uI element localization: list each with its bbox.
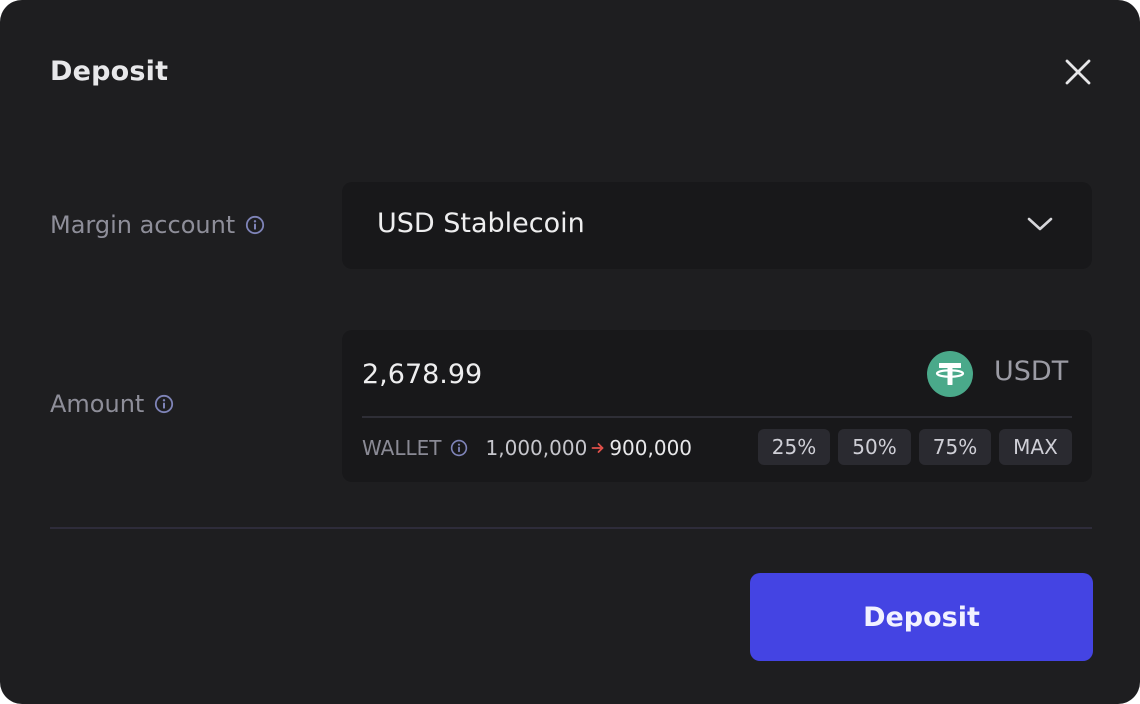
chevron-down-icon [1027,217,1053,231]
close-button[interactable] [1058,52,1098,92]
amount-input[interactable] [362,350,882,398]
footer-divider [50,527,1092,529]
tether-icon [927,351,973,397]
deposit-button[interactable]: Deposit [750,573,1093,661]
wallet-balance-before: 1,000,000 [485,436,588,460]
deposit-modal: Deposit Margin account USD Stablecoin Am… [0,0,1140,704]
amount-divider [362,416,1072,418]
amount-panel: USDT WALLET 1,000,000 900,000 25% 50% 75… [342,330,1092,482]
margin-account-select[interactable]: USD Stablecoin [342,182,1092,269]
token-symbol: USDT [994,356,1069,387]
arrow-right-icon [591,443,604,453]
wallet-balance-after: 900,000 [609,436,693,460]
info-icon[interactable] [154,394,174,414]
info-icon[interactable] [450,439,468,457]
margin-account-label: Margin account [50,211,236,239]
quick-amount-50-button[interactable]: 50% [838,429,911,465]
info-icon[interactable] [245,215,265,235]
modal-title: Deposit [50,56,169,87]
margin-account-selected-value: USD Stablecoin [377,208,585,239]
wallet-label: WALLET [362,436,442,460]
amount-label-row: Amount [50,390,174,418]
amount-label: Amount [50,390,145,418]
quick-amount-25-button[interactable]: 25% [758,429,830,465]
margin-account-label-row: Margin account [50,211,265,239]
quick-amount-max-button[interactable]: MAX [999,429,1072,465]
close-icon [1065,59,1091,85]
wallet-balance-row: WALLET 1,000,000 900,000 [362,433,692,463]
quick-amount-75-button[interactable]: 75% [919,429,991,465]
